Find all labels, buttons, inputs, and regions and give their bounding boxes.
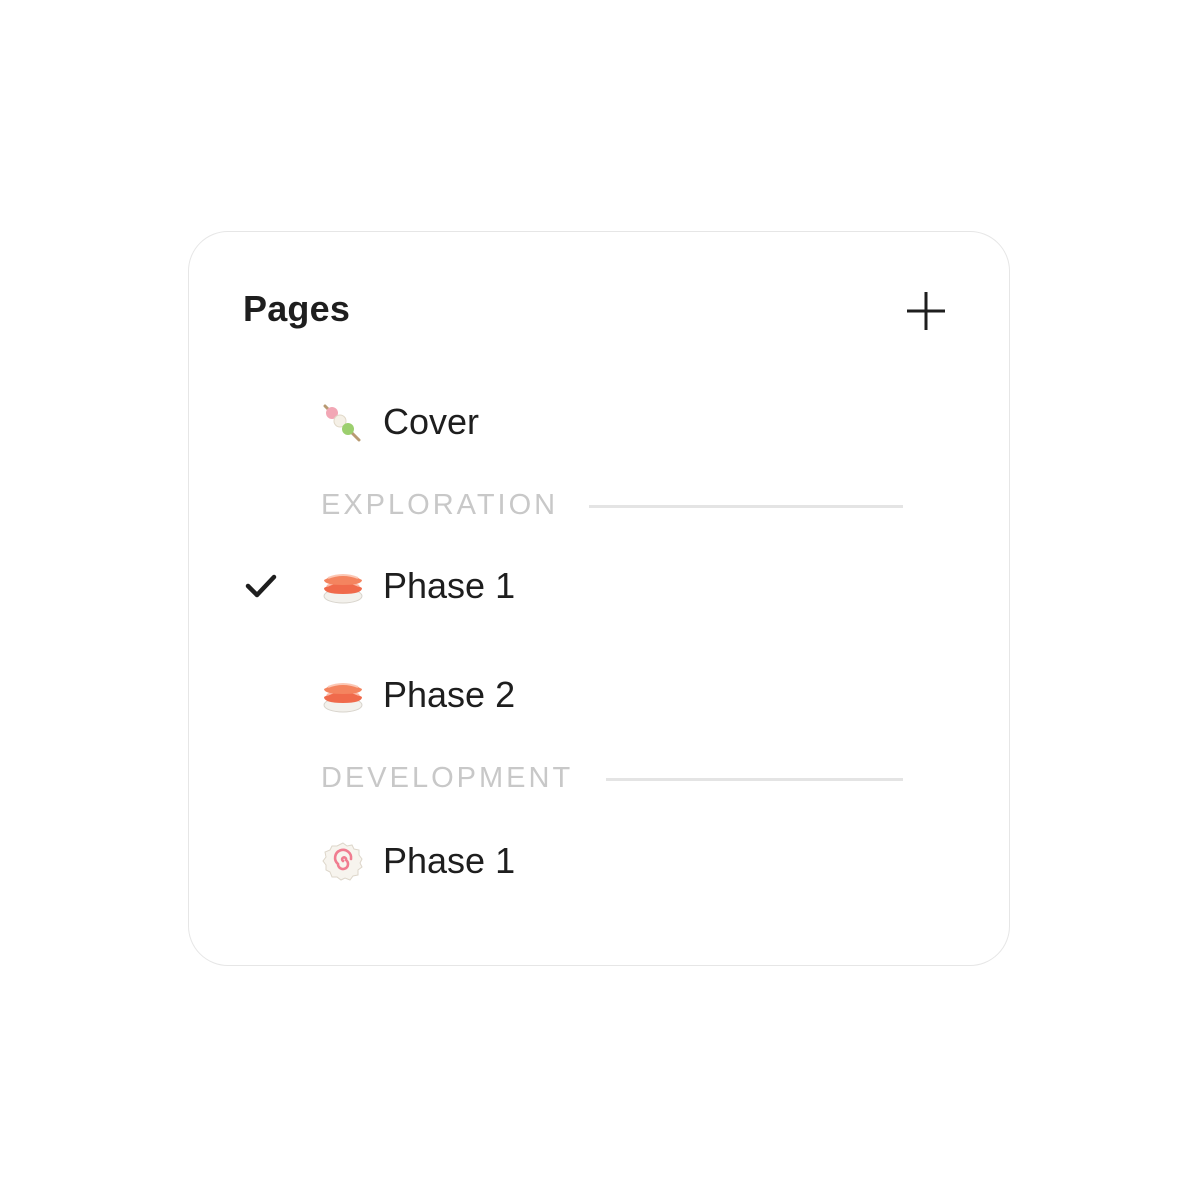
section-label: EXPLORATION <box>321 489 559 521</box>
sushi-icon <box>321 566 365 606</box>
sushi-icon <box>321 675 365 715</box>
pages-panel: Pages Cover EXPLORATION Phase 1 Phase 2 … <box>188 231 1010 966</box>
page-label: Phase 1 <box>383 840 516 881</box>
page-label: Phase 1 <box>383 565 516 606</box>
page-label: Phase 2 <box>383 674 516 715</box>
narutomaki-icon <box>321 841 365 881</box>
page-item-exploration-phase-2[interactable]: Phase 2 <box>229 663 969 727</box>
section-label: DEVELOPMENT <box>321 762 574 794</box>
dango-icon <box>321 402 365 442</box>
page-label: Cover <box>383 401 480 442</box>
page-item-cover[interactable]: Cover <box>229 390 969 454</box>
checkmark-icon <box>245 572 277 600</box>
add-page-button[interactable] <box>903 288 949 334</box>
plus-icon <box>907 292 945 330</box>
page-item-development-phase-1[interactable]: Phase 1 <box>229 829 969 893</box>
section-divider-line <box>589 505 903 508</box>
section-header-development: DEVELOPMENT <box>321 758 903 798</box>
panel-title: Pages <box>243 288 351 329</box>
section-header-exploration: EXPLORATION <box>321 485 903 525</box>
section-divider-line <box>606 778 903 781</box>
page-item-exploration-phase-1[interactable]: Phase 1 <box>229 554 969 618</box>
